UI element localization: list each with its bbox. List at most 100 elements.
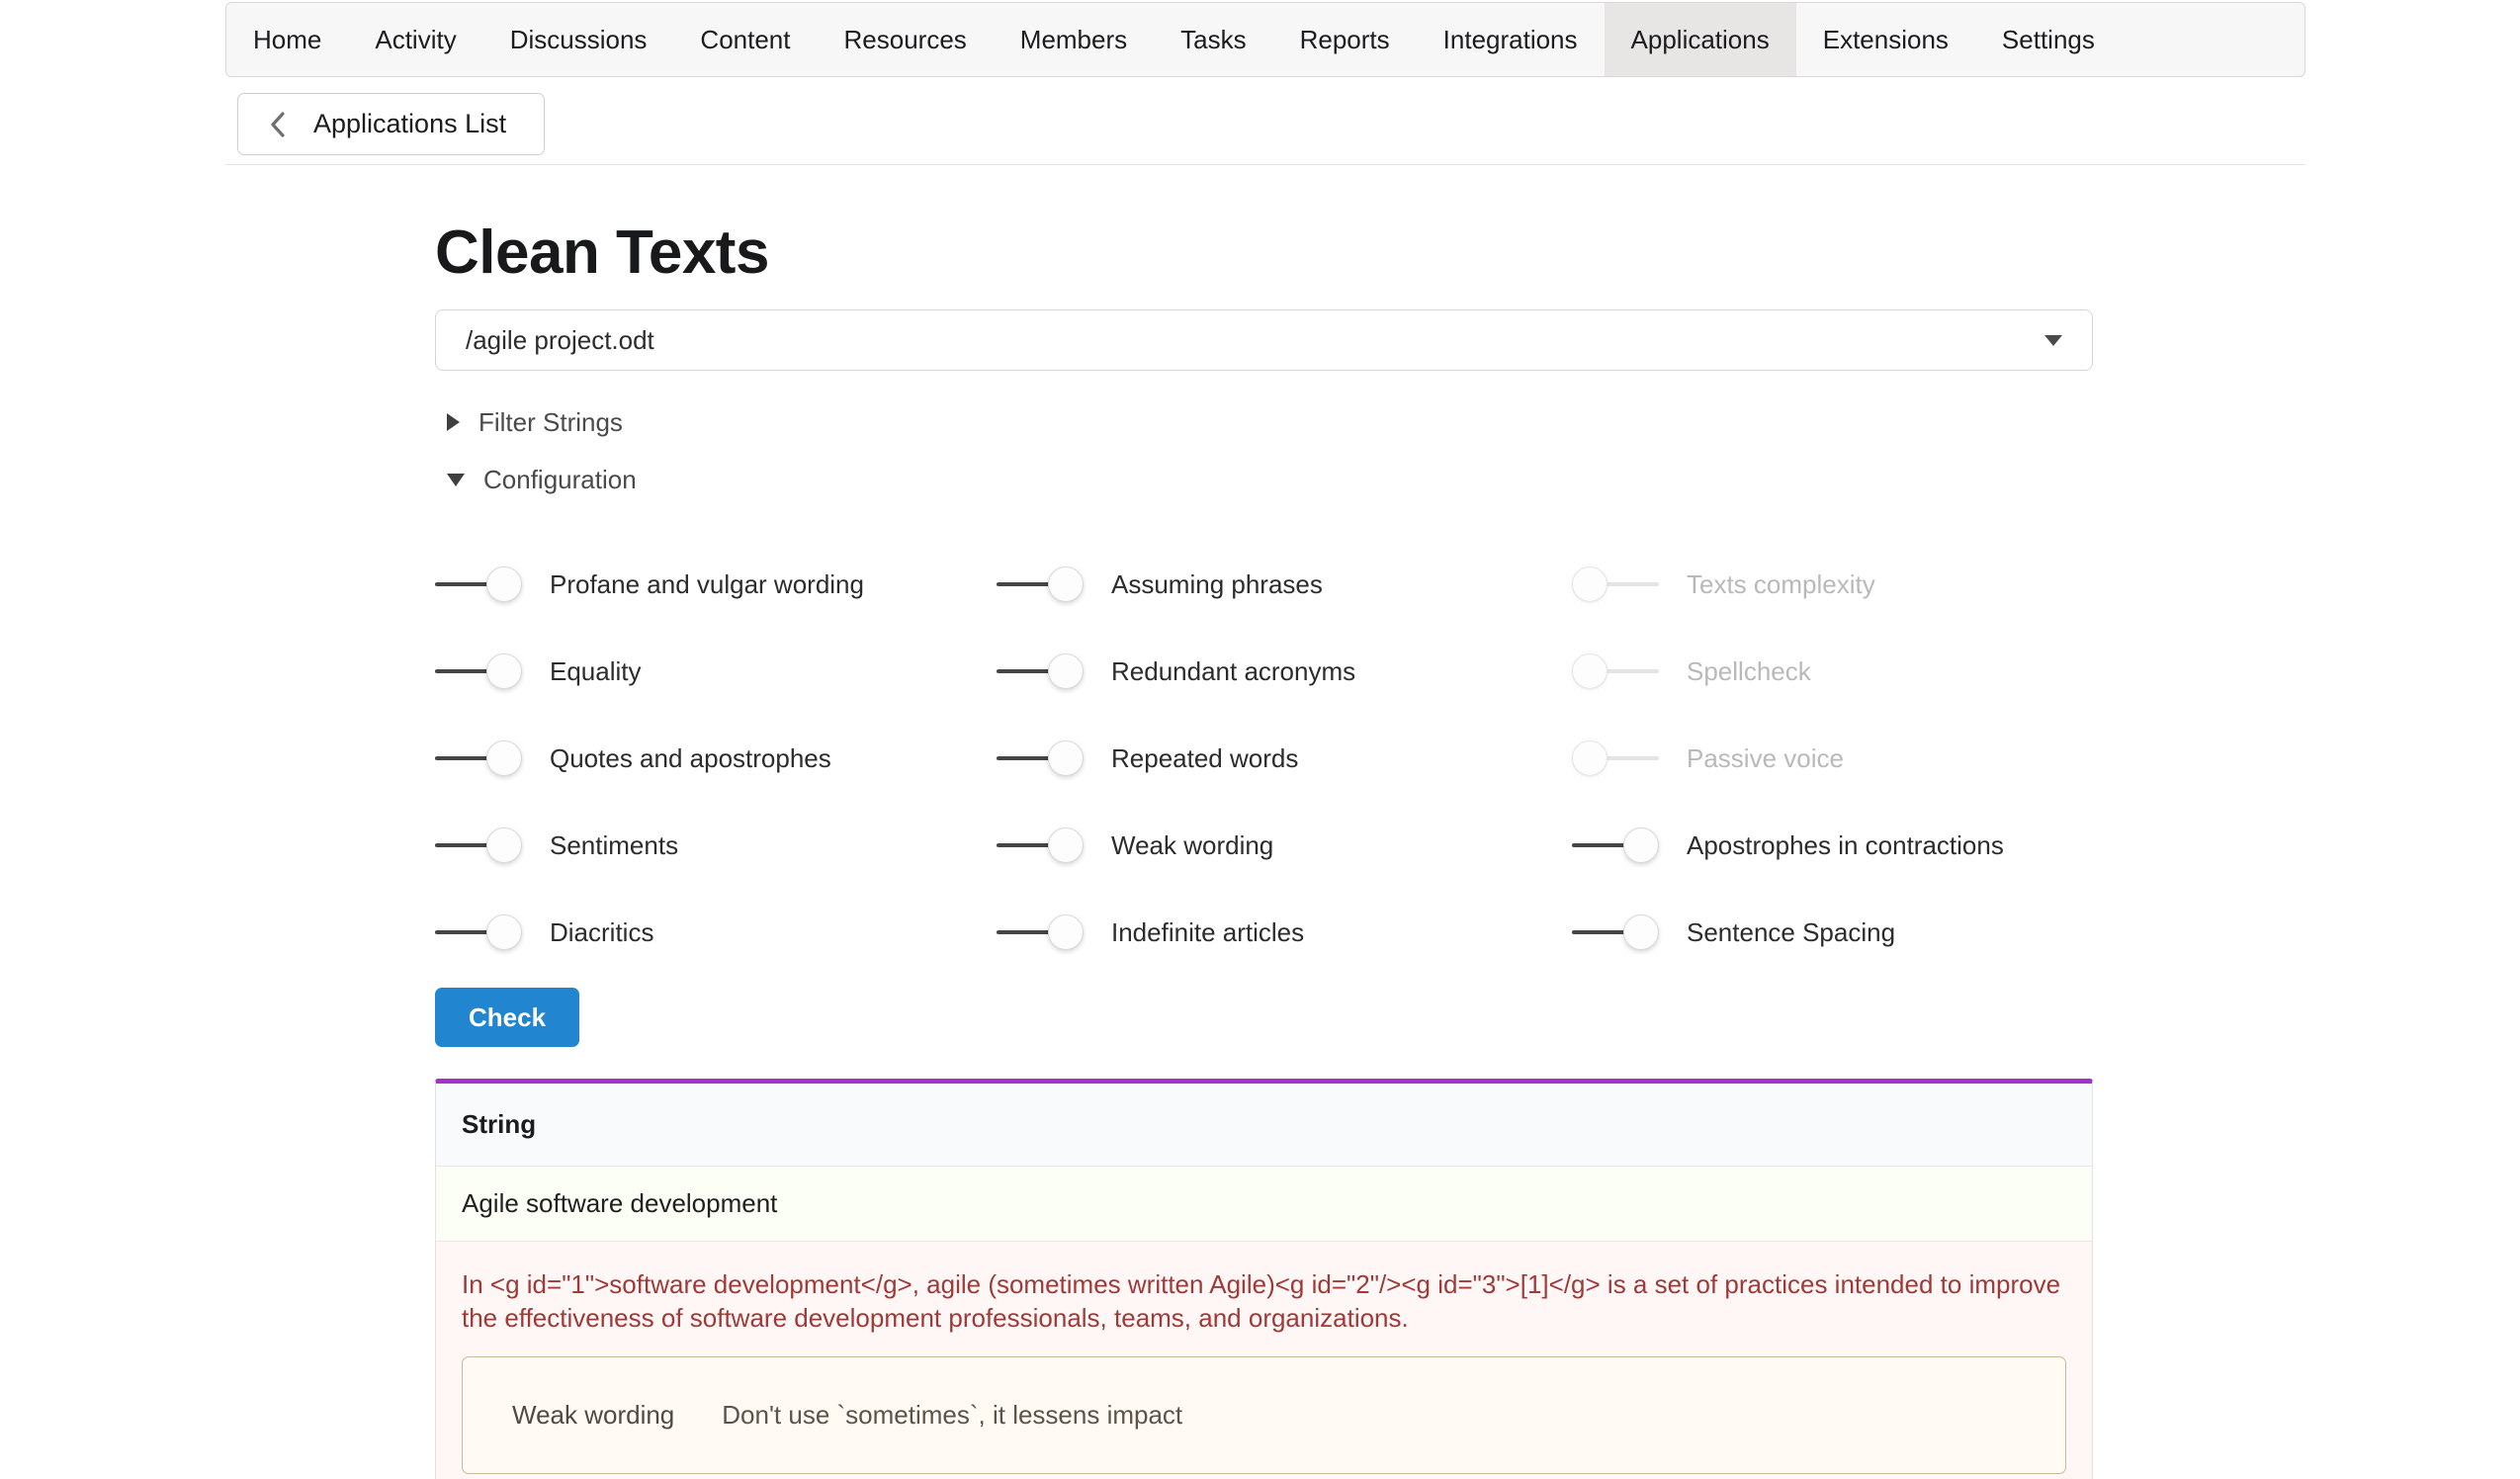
toggle-label: Passive voice — [1687, 743, 1844, 774]
assuming-phrases-switch[interactable] — [997, 566, 1084, 603]
toggle-knob — [1623, 914, 1659, 950]
check-button[interactable]: Check — [435, 988, 579, 1047]
nav-tab-settings[interactable]: Settings — [1975, 3, 2122, 76]
applications-list-back-button[interactable]: Applications List — [237, 93, 545, 155]
toggle-row-apostrophes-in-contractions: Apostrophes in contractions — [1572, 802, 2093, 889]
nav-tab-integrations[interactable]: Integrations — [1417, 3, 1605, 76]
toggle-label: Apostrophes in contractions — [1687, 830, 2004, 861]
toggle-row-redundant-acronyms: Redundant acronyms — [997, 628, 1572, 715]
warning-message: Don't use `sometimes`, it lessens impact — [722, 1400, 1182, 1431]
toggle-label: Assuming phrases — [1111, 569, 1323, 600]
toggle-knob — [1048, 653, 1084, 689]
main-content: Clean Texts /agile project.odt Filter St… — [435, 220, 2093, 1479]
toggle-row-diacritics: Diacritics — [435, 889, 997, 976]
profane-and-vulgar-wording-switch[interactable] — [435, 566, 522, 603]
toggle-row-weak-wording: Weak wording — [997, 802, 1572, 889]
error-text: In <g id="1">software development</g>, a… — [462, 1267, 2066, 1335]
toggle-label: Redundant acronyms — [1111, 656, 1355, 687]
toggle-label: Weak wording — [1111, 830, 1273, 861]
toggle-knob — [1572, 653, 1608, 689]
apostrophes-in-contractions-switch[interactable] — [1572, 826, 1659, 864]
nav-tab-resources[interactable]: Resources — [818, 3, 994, 76]
toggle-label: Quotes and apostrophes — [550, 743, 831, 774]
chevron-down-icon — [2044, 335, 2062, 346]
chevron-left-icon — [268, 110, 288, 139]
result-string-row: Agile software development — [436, 1167, 2092, 1242]
toggle-label: Profane and vulgar wording — [550, 569, 864, 600]
filter-strings-section-toggle[interactable]: Filter Strings — [435, 400, 2093, 444]
indefinite-articles-switch[interactable] — [997, 914, 1084, 951]
triangle-right-icon — [447, 413, 460, 431]
toggle-label: Spellcheck — [1687, 656, 1811, 687]
toggle-row-indefinite-articles: Indefinite articles — [997, 889, 1572, 976]
toggle-label: Texts complexity — [1687, 569, 1875, 600]
weak-wording-switch[interactable] — [997, 826, 1084, 864]
toggle-row-quotes-and-apostrophes: Quotes and apostrophes — [435, 715, 997, 802]
filter-strings-label: Filter Strings — [478, 407, 623, 438]
nav-tab-members[interactable]: Members — [994, 3, 1154, 76]
nav-tab-content[interactable]: Content — [673, 3, 817, 76]
warning-rule-label: Weak wording — [512, 1400, 674, 1431]
redundant-acronyms-switch[interactable] — [997, 652, 1084, 690]
toggle-knob — [486, 653, 522, 689]
toggle-knob — [486, 566, 522, 602]
result-string-title: Agile software development — [462, 1188, 777, 1219]
toggle-label: Indefinite articles — [1111, 917, 1304, 948]
file-select-value: /agile project.odt — [466, 325, 654, 356]
toggle-row-sentiments: Sentiments — [435, 802, 997, 889]
toggle-label: Equality — [550, 656, 642, 687]
toggle-knob — [1048, 827, 1084, 863]
quotes-and-apostrophes-switch[interactable] — [435, 740, 522, 777]
page-title: Clean Texts — [435, 220, 2093, 286]
nav-tab-activity[interactable]: Activity — [348, 3, 482, 76]
nav-tab-applications[interactable]: Applications — [1605, 3, 1796, 76]
results-header-label: String — [462, 1109, 536, 1140]
toggle-label: Sentiments — [550, 830, 678, 861]
spellcheck-switch[interactable] — [1572, 652, 1659, 690]
triangle-down-icon — [447, 474, 465, 486]
toggle-label: Sentence Spacing — [1687, 917, 1895, 948]
warning-box: Weak wording Don't use `sometimes`, it l… — [462, 1356, 2066, 1474]
toggle-row-spellcheck: Spellcheck — [1572, 628, 2093, 715]
toggle-row-texts-complexity: Texts complexity — [1572, 541, 2093, 628]
sentiments-switch[interactable] — [435, 826, 522, 864]
repeated-words-switch[interactable] — [997, 740, 1084, 777]
back-button-label: Applications List — [313, 109, 506, 139]
sentence-spacing-switch[interactable] — [1572, 914, 1659, 951]
top-navigation: Home Activity Discussions Content Resour… — [225, 2, 2305, 77]
toggle-row-profane-and-vulgar-wording: Profane and vulgar wording — [435, 541, 997, 628]
toggle-knob — [486, 827, 522, 863]
toggle-knob — [1048, 566, 1084, 602]
toggle-knob — [1048, 740, 1084, 776]
toggle-knob — [1572, 740, 1608, 776]
toggle-label: Repeated words — [1111, 743, 1298, 774]
nav-tab-tasks[interactable]: Tasks — [1154, 3, 1272, 76]
toggle-row-repeated-words: Repeated words — [997, 715, 1572, 802]
results-table-header: String — [436, 1084, 2092, 1167]
texts-complexity-switch[interactable] — [1572, 566, 1659, 603]
toggle-knob — [1623, 827, 1659, 863]
result-error-row: In <g id="1">software development</g>, a… — [436, 1242, 2092, 1479]
configuration-toggles: Profane and vulgar wording Equality Quot… — [435, 541, 2093, 976]
toggle-label: Diacritics — [550, 917, 653, 948]
toggle-knob — [1048, 914, 1084, 950]
toggle-knob — [1572, 566, 1608, 602]
toggle-row-assuming-phrases: Assuming phrases — [997, 541, 1572, 628]
nav-tab-home[interactable]: Home — [226, 3, 348, 76]
nav-tab-reports[interactable]: Reports — [1273, 3, 1417, 76]
results-panel: String Agile software development In <g … — [435, 1079, 2093, 1479]
toggle-row-equality: Equality — [435, 628, 997, 715]
configuration-section-toggle[interactable]: Configuration — [435, 458, 2093, 501]
toggle-row-passive-voice: Passive voice — [1572, 715, 2093, 802]
header-divider — [225, 164, 2305, 165]
toggle-knob — [486, 740, 522, 776]
file-select[interactable]: /agile project.odt — [435, 309, 2093, 371]
back-row: Applications List — [237, 93, 2520, 155]
nav-tab-discussions[interactable]: Discussions — [483, 3, 674, 76]
diacritics-switch[interactable] — [435, 914, 522, 951]
configuration-label: Configuration — [483, 465, 637, 495]
nav-tab-extensions[interactable]: Extensions — [1796, 3, 1975, 76]
passive-voice-switch[interactable] — [1572, 740, 1659, 777]
toggle-row-sentence-spacing: Sentence Spacing — [1572, 889, 2093, 976]
equality-switch[interactable] — [435, 652, 522, 690]
